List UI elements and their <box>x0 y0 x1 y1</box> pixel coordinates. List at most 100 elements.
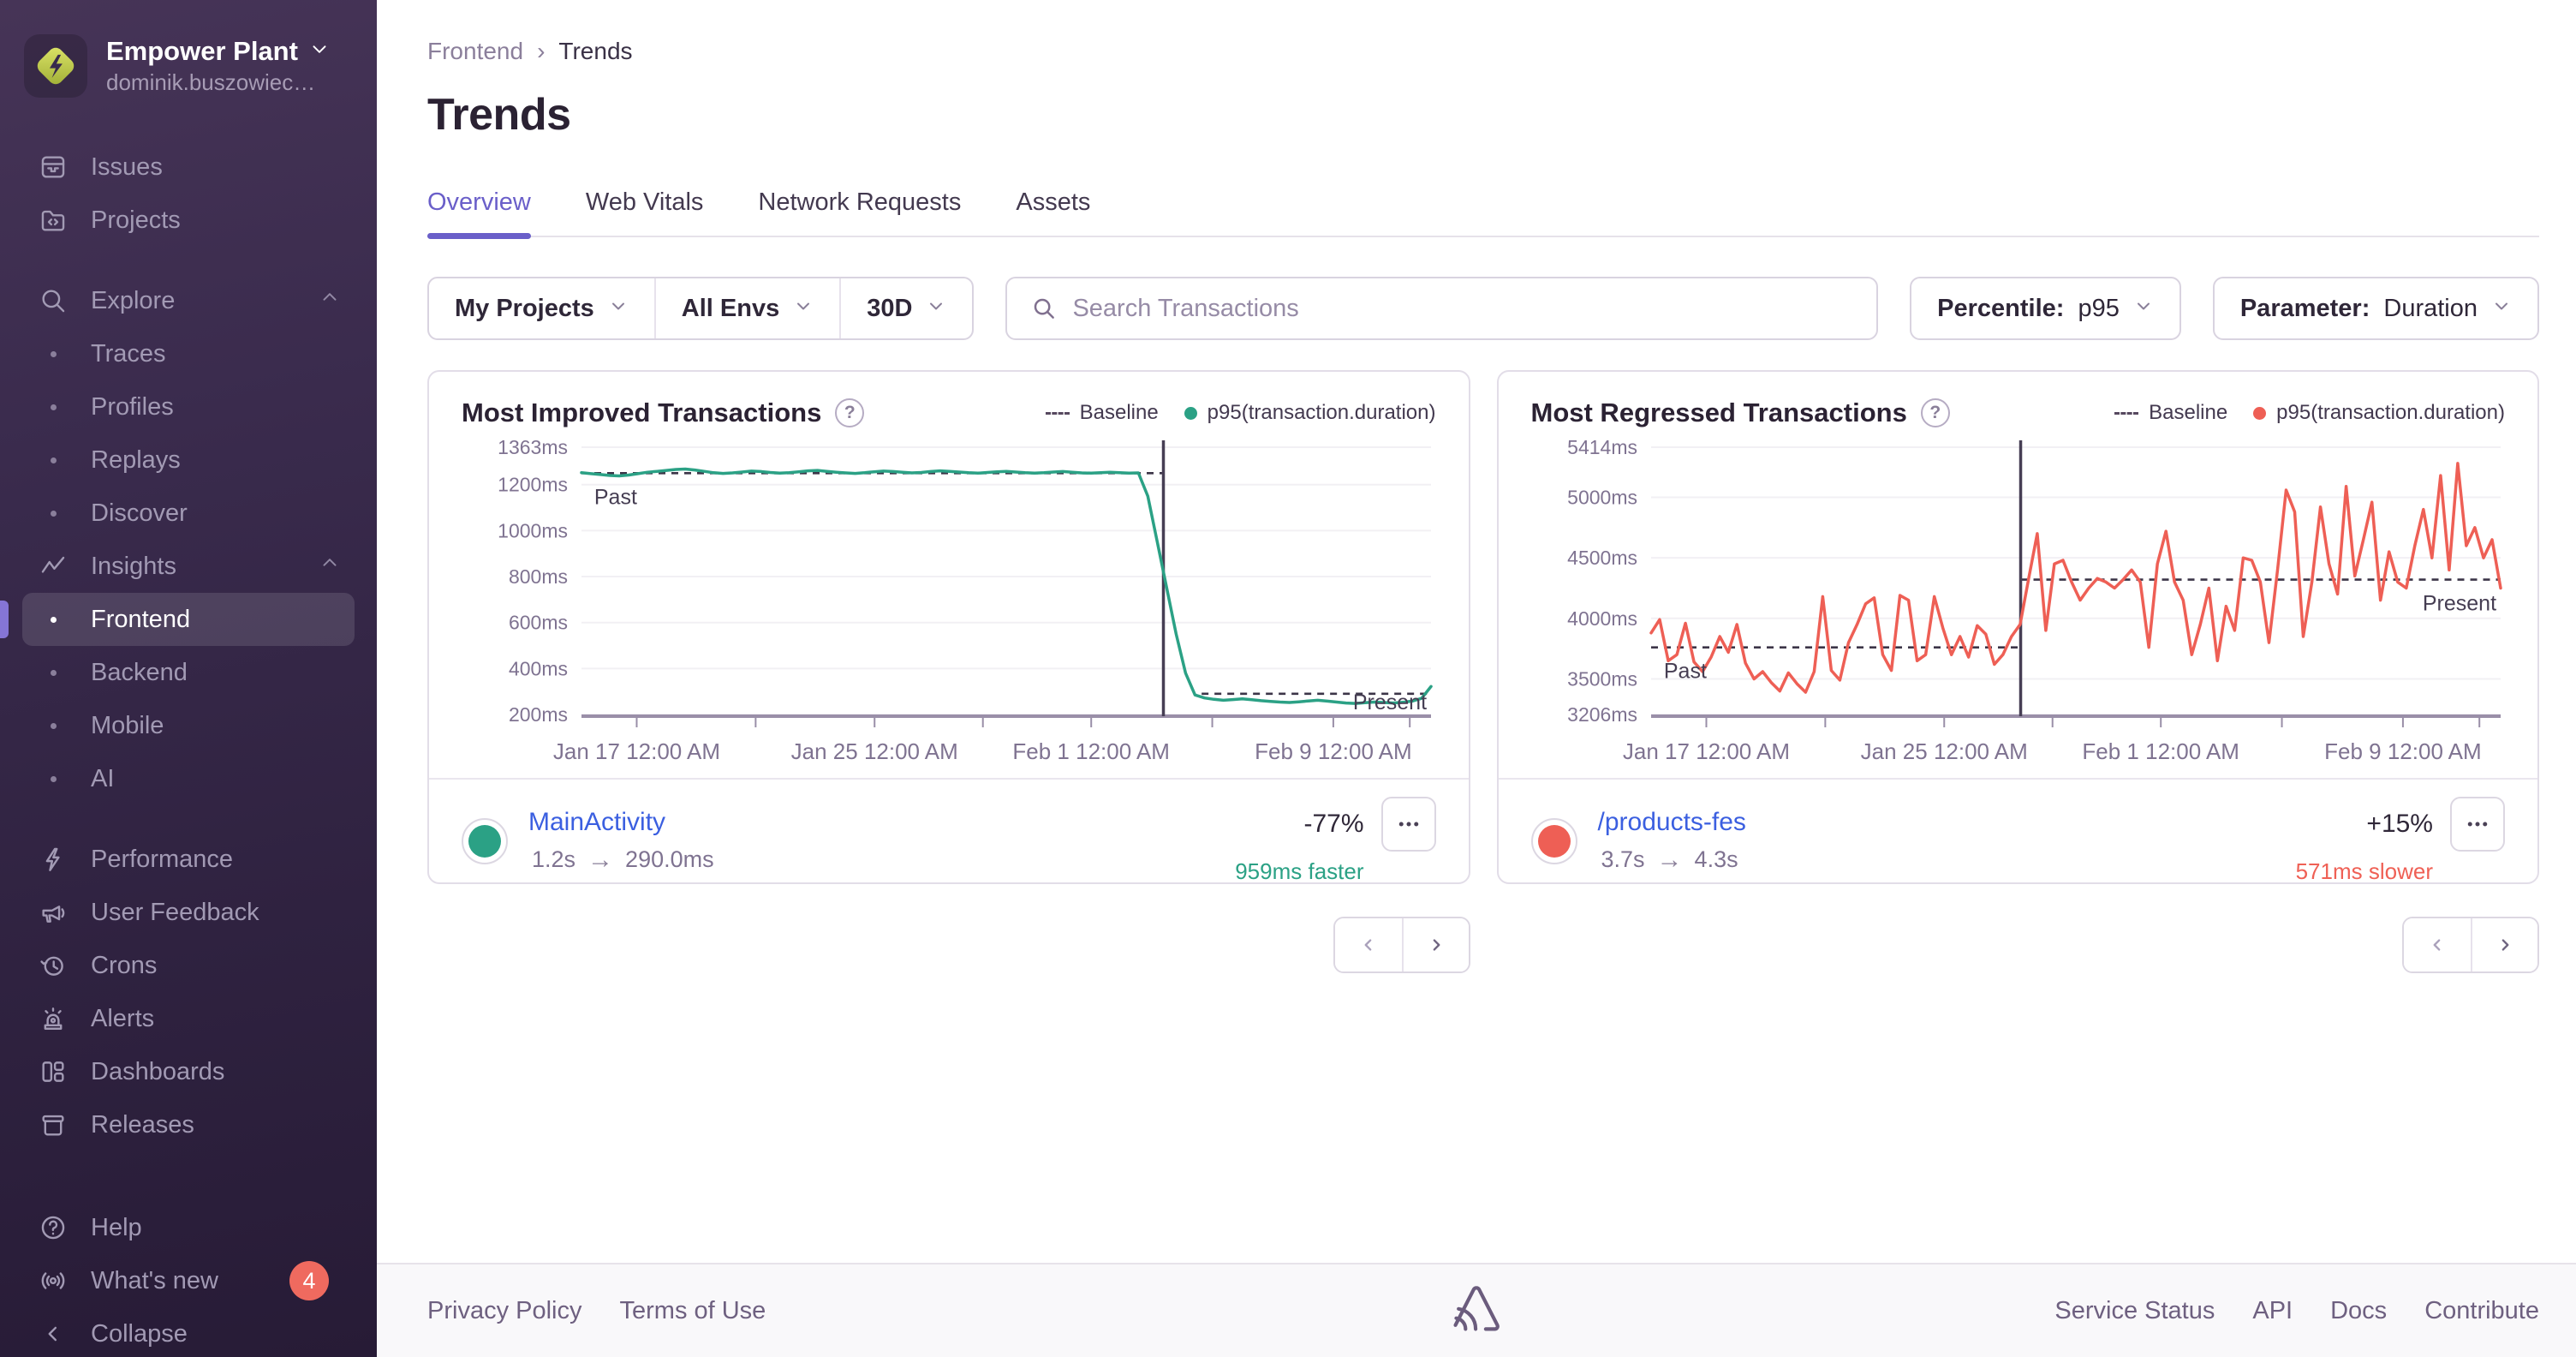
chevron-down-icon <box>608 295 629 323</box>
service-status-link[interactable]: Service Status <box>2054 1297 2215 1325</box>
improved-pagination <box>1333 917 1470 973</box>
org-name: Empower Plant <box>106 35 298 69</box>
search-icon <box>1031 296 1057 321</box>
search-box <box>1005 277 1878 340</box>
environment-filter[interactable]: All Envs <box>654 278 839 338</box>
chevron-down-icon <box>2133 295 2154 323</box>
sidebar-item-mobile[interactable]: Mobile <box>22 699 355 752</box>
series-radio[interactable] <box>1531 818 1577 864</box>
terms-of-use-link[interactable]: Terms of Use <box>620 1297 766 1325</box>
more-options-button[interactable] <box>1381 797 1436 852</box>
sidebar-item-dashboards[interactable]: Dashboards <box>22 1045 355 1098</box>
svg-text:4000ms: 4000ms <box>1567 607 1637 630</box>
filter-bar: My Projects All Envs 30D Percentile: p95 <box>427 277 2539 340</box>
chevron-down-icon <box>308 35 331 69</box>
chart-area: 5414ms5000ms4500ms4000ms3500ms3206msJan … <box>1499 435 2538 778</box>
question-icon[interactable]: ? <box>835 398 864 427</box>
bullet-icon <box>36 670 70 676</box>
sidebar-nav-tertiary: Help What's new 4 <box>0 1201 377 1307</box>
chevron-right-icon <box>2494 934 2516 956</box>
improved-trend-chart: 1363ms1200ms1000ms800ms600ms400ms200msJa… <box>462 435 1436 778</box>
sidebar-item-help[interactable]: Help <box>22 1201 355 1254</box>
sidebar-item-whats-new[interactable]: What's new 4 <box>22 1254 355 1307</box>
sidebar-item-traces[interactable]: Traces <box>22 327 355 380</box>
svg-text:Present: Present <box>2422 592 2496 616</box>
insights-icon <box>36 552 70 581</box>
tab-overview[interactable]: Overview <box>427 188 531 236</box>
sidebar-item-crons[interactable]: Crons <box>22 939 355 992</box>
change-percent: -77% <box>1303 810 1363 839</box>
chevron-down-icon <box>926 295 946 323</box>
sidebar-group-explore[interactable]: Explore <box>22 274 355 327</box>
org-switcher[interactable]: Empower Plant dominik.buszowiec… <box>0 26 377 111</box>
sidebar-item-backend[interactable]: Backend <box>22 646 355 699</box>
ellipsis-icon <box>2465 811 2490 837</box>
issues-icon <box>36 152 70 182</box>
sidebar-item-releases[interactable]: Releases <box>22 1098 355 1151</box>
sidebar-item-discover[interactable]: Discover <box>22 487 355 540</box>
sidebar-group-insights[interactable]: Insights <box>22 540 355 593</box>
more-options-button[interactable] <box>2450 797 2505 852</box>
svg-text:5414ms: 5414ms <box>1567 436 1637 458</box>
dashed-line-icon <box>2114 412 2138 415</box>
sidebar-item-projects[interactable]: Projects <box>22 194 355 247</box>
tab-network-requests[interactable]: Network Requests <box>758 188 961 236</box>
chevron-right-icon <box>1425 934 1447 956</box>
duration-change: 3.7s → 4.3s <box>1598 846 1746 875</box>
tab-web-vitals[interactable]: Web Vitals <box>586 188 704 236</box>
active-indicator <box>0 601 9 638</box>
percentile-dropdown[interactable]: Percentile: p95 <box>1910 277 2181 340</box>
parameter-dropdown[interactable]: Parameter: Duration <box>2213 277 2539 340</box>
contribute-link[interactable]: Contribute <box>2424 1297 2539 1325</box>
previous-page-button[interactable] <box>2404 918 2471 971</box>
tab-bar: Overview Web Vitals Network Requests Ass… <box>427 188 2539 237</box>
series-radio[interactable] <box>462 818 508 864</box>
svg-text:200ms: 200ms <box>509 703 568 726</box>
svg-text:Past: Past <box>594 485 637 509</box>
dashed-line-icon <box>1046 412 1070 415</box>
tab-assets[interactable]: Assets <box>1016 188 1090 236</box>
next-page-button[interactable] <box>2471 918 2537 971</box>
svg-text:Jan 25 12:00 AM: Jan 25 12:00 AM <box>1860 738 2027 764</box>
sidebar-item-user-feedback[interactable]: User Feedback <box>22 886 355 939</box>
previous-page-button[interactable] <box>1335 918 1402 971</box>
privacy-policy-link[interactable]: Privacy Policy <box>427 1297 582 1325</box>
docs-link[interactable]: Docs <box>2330 1297 2387 1325</box>
sidebar-item-ai[interactable]: AI <box>22 752 355 805</box>
svg-text:1000ms: 1000ms <box>498 519 568 541</box>
breadcrumb-frontend[interactable]: Frontend <box>427 38 523 65</box>
collapse-button[interactable]: Collapse <box>22 1307 355 1357</box>
lightning-icon <box>36 845 70 874</box>
chevron-left-icon <box>36 1319 70 1348</box>
sidebar-item-frontend[interactable]: Frontend <box>22 593 355 646</box>
project-filter[interactable]: My Projects <box>429 278 654 338</box>
change-percent: +15% <box>2366 810 2433 839</box>
api-link[interactable]: API <box>2252 1297 2293 1325</box>
sidebar-item-replays[interactable]: Replays <box>22 433 355 487</box>
date-range-filter[interactable]: 30D <box>839 278 972 338</box>
regressed-trend-chart: 5414ms5000ms4500ms4000ms3500ms3206msJan … <box>1531 435 2506 778</box>
svg-text:3500ms: 3500ms <box>1567 667 1637 690</box>
card-title: Most Regressed Transactions <box>1531 398 1907 428</box>
svg-text:1200ms: 1200ms <box>498 474 568 496</box>
page-title: Trends <box>427 89 2539 140</box>
svg-text:Feb 1 12:00 AM: Feb 1 12:00 AM <box>1012 738 1170 764</box>
chevron-left-icon <box>2426 934 2448 956</box>
page-footer: Privacy Policy Terms of Use Service Stat… <box>377 1263 2576 1357</box>
regressed-column: Most Regressed Transactions ? Baseline p… <box>1497 370 2540 973</box>
sidebar-item-issues[interactable]: Issues <box>22 140 355 194</box>
legend-series: p95(transaction.duration) <box>1184 401 1436 425</box>
question-icon[interactable]: ? <box>1921 398 1950 427</box>
trend-cards: Most Improved Transactions ? Baseline p9… <box>427 370 2539 973</box>
sidebar-item-alerts[interactable]: Alerts <box>22 992 355 1045</box>
sidebar-item-performance[interactable]: Performance <box>22 833 355 886</box>
svg-text:Present: Present <box>1353 690 1427 714</box>
next-page-button[interactable] <box>1402 918 1469 971</box>
sidebar-nav-explore: Explore Traces Profiles Replays Discover… <box>0 274 377 805</box>
transaction-link[interactable]: MainActivity <box>528 808 714 837</box>
bullet-icon <box>36 776 70 782</box>
transaction-link[interactable]: /products-fes <box>1598 808 1746 837</box>
sidebar: Empower Plant dominik.buszowiec… Issues … <box>0 0 377 1357</box>
search-input[interactable] <box>1072 295 1852 323</box>
sidebar-item-profiles[interactable]: Profiles <box>22 380 355 433</box>
